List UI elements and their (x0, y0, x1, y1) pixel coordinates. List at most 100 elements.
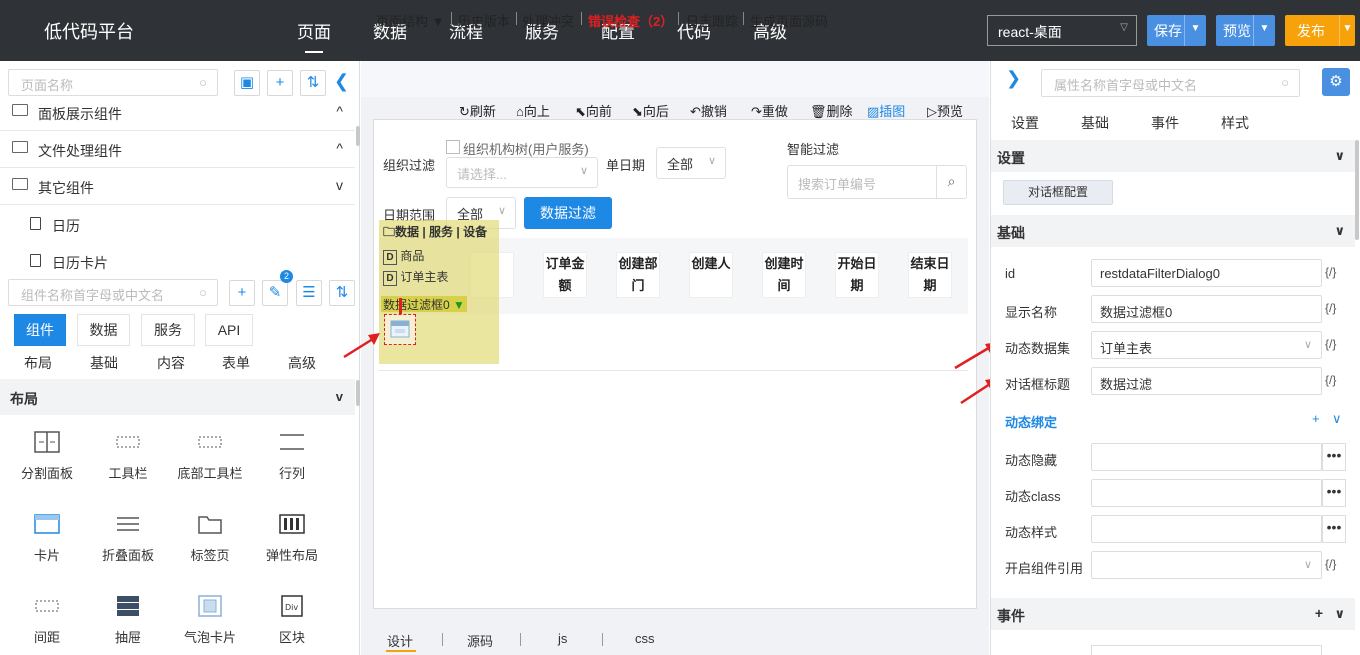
gear-icon[interactable]: ⚙ (1322, 68, 1350, 96)
more-icon[interactable]: ••• (1322, 515, 1346, 543)
tab-js[interactable]: js (558, 631, 567, 646)
data-filter-button[interactable]: 数据过滤 (524, 197, 612, 229)
tab-components[interactable]: 组件 (14, 314, 66, 346)
tab-api[interactable]: API (205, 314, 253, 346)
tree-item-calendar[interactable]: 日历 (0, 205, 355, 242)
subtab-layout[interactable]: 布局 (24, 353, 52, 373)
page-search-input[interactable]: 页面名称 ○ (8, 69, 218, 96)
nav-page[interactable]: 页面 (297, 18, 331, 53)
org-select[interactable]: 请选择... ∨ (446, 157, 598, 188)
tree-item-goods[interactable]: D 商品 (383, 247, 424, 265)
env-select[interactable]: react-桌面 ▽ (987, 15, 1137, 46)
log-trace-link[interactable]: 日志跟踪 (686, 11, 738, 30)
dialog-title-input[interactable]: 数据过滤 (1091, 367, 1322, 395)
move-up-button[interactable]: ⌂向上 (516, 101, 550, 120)
save-button[interactable]: 保存 ▼ (1147, 15, 1206, 46)
filter-dialog-component[interactable] (384, 314, 416, 345)
group-panel-display[interactable]: 面板展示组件 ^ (0, 94, 355, 131)
table-header-amount[interactable]: 订单金额 (543, 252, 587, 298)
group-file-processing[interactable]: 文件处理组件 ^ (0, 131, 355, 168)
org-tree-checkbox[interactable] (446, 140, 460, 154)
preview-button[interactable]: 预览 ▼ (1216, 15, 1275, 46)
tab-basic[interactable]: 基础 (1081, 113, 1109, 133)
section-basic-header[interactable]: 基础 ∨ (991, 215, 1355, 247)
section-events-header[interactable]: 事件 + ∨ (991, 598, 1355, 630)
delete-button[interactable]: 🗑删除 (810, 101, 853, 120)
dataset-select[interactable]: 订单主表 ∨ (1091, 331, 1322, 359)
subtab-advanced[interactable]: 高级 (288, 353, 316, 373)
table-header-dept[interactable]: 创建部门 (616, 252, 660, 298)
caret-down-icon[interactable]: ▼ (1339, 15, 1355, 46)
tab-service[interactable]: 服务 (141, 314, 195, 346)
component-bottom-toolbar[interactable]: 底部工具栏 (175, 431, 245, 482)
sort-icon[interactable]: ⇅ (329, 280, 355, 306)
tab-data[interactable]: 数据 (77, 314, 130, 346)
tab-events[interactable]: 事件 (1151, 113, 1179, 133)
property-search-input[interactable]: 属性名称首字母或中文名 ○ (1041, 69, 1300, 97)
error-check-link[interactable]: 错误检查（2） (588, 11, 673, 30)
tab-css[interactable]: css (635, 631, 655, 646)
event-input[interactable] (1091, 645, 1322, 655)
component-search-input[interactable]: 组件名称首字母或中文名 ○ (8, 279, 218, 306)
table-header-end-date[interactable]: 结束日期 (908, 252, 952, 298)
display-name-input[interactable]: 数据过滤框0 (1091, 295, 1322, 323)
table-header-created-time[interactable]: 创建时间 (762, 252, 806, 298)
tab-style[interactable]: 样式 (1221, 113, 1249, 133)
more-icon[interactable]: ••• (1322, 479, 1346, 507)
preview-action-button[interactable]: ▷预览 (927, 101, 963, 120)
expression-button[interactable]: {/} (1325, 337, 1336, 351)
collapse-left-icon[interactable]: ❮ (334, 71, 349, 92)
selected-component-tag[interactable]: 数据过滤框0 ▼ (381, 296, 467, 312)
publish-button[interactable]: 发布 ▼ (1285, 15, 1355, 46)
group-other[interactable]: 其它组件 v (0, 168, 355, 205)
subtab-content[interactable]: 内容 (157, 353, 185, 373)
subtab-form[interactable]: 表单 (222, 353, 250, 373)
scrollbar[interactable] (356, 126, 360, 146)
drag-handle[interactable] (399, 298, 402, 314)
scrollbar[interactable] (356, 380, 360, 406)
expression-button[interactable]: {/} (1325, 265, 1336, 279)
dynamic-hidden-input[interactable] (1091, 443, 1322, 471)
page-structure-menu[interactable]: 页面结构 ▼ (376, 11, 444, 30)
tree-path[interactable]: 🗀数据 | 服务 | 设备 (383, 223, 487, 244)
undo-button[interactable]: ↶撤销 (690, 101, 727, 120)
section-layout-header[interactable]: 布局 v (0, 379, 355, 415)
search-icon[interactable]: ⌕ (936, 166, 966, 198)
component-collapse-panel[interactable]: 折叠面板 (93, 513, 163, 564)
list-order-icon[interactable]: ☰ (296, 280, 322, 306)
component-spacing[interactable]: 间距 (12, 595, 82, 646)
add-icon[interactable]: + (229, 280, 255, 306)
more-icon[interactable]: ••• (1322, 443, 1346, 471)
component-popover-card[interactable]: 气泡卡片 (175, 595, 245, 646)
scrollbar[interactable] (1355, 140, 1359, 240)
sort-icon[interactable]: ⇅ (300, 70, 326, 96)
caret-down-icon[interactable]: ▼ (1184, 15, 1206, 46)
tab-settings[interactable]: 设置 (1011, 113, 1039, 133)
generate-source-link[interactable]: 生成页面源码 (750, 11, 828, 30)
redo-button[interactable]: ↷重做 (751, 101, 788, 120)
add-icon[interactable]: + (1315, 605, 1323, 621)
subtab-basic[interactable]: 基础 (90, 353, 118, 373)
tab-source[interactable]: 源码 (467, 631, 493, 650)
forward-button[interactable]: ⬉向前 (575, 101, 612, 120)
expression-button[interactable]: {/} (1325, 557, 1336, 571)
component-ref-select[interactable]: ∨ (1091, 551, 1322, 579)
add-icon[interactable]: + (1312, 411, 1320, 426)
expression-button[interactable]: {/} (1325, 373, 1336, 387)
component-flex-layout[interactable]: 弹性布局 (257, 513, 327, 564)
component-split-panel[interactable]: 分割面板 (12, 431, 82, 482)
dynamic-class-input[interactable] (1091, 479, 1322, 507)
history-version-link[interactable]: 历史版本 (458, 11, 510, 30)
component-toolbar[interactable]: 工具栏 (93, 431, 163, 482)
caret-down-icon[interactable]: ▼ (1253, 15, 1275, 46)
resolve-conflict-link[interactable]: 处理冲突 (522, 11, 574, 30)
chevron-down-icon[interactable]: ∨ (1332, 411, 1342, 427)
component-tabs[interactable]: 标签页 (175, 513, 245, 564)
dialog-config-button[interactable]: 对话框配置 (1003, 180, 1113, 205)
component-drawer[interactable]: 抽屉 (93, 595, 163, 646)
collapse-right-icon[interactable]: ❯ (1006, 68, 1021, 89)
section-settings-header[interactable]: 设置 ∨ (991, 140, 1355, 172)
tree-item-order-master[interactable]: D 订单主表 (383, 268, 448, 286)
add-folder-icon[interactable]: ▣ (234, 70, 260, 96)
tree-item-calendar-card[interactable]: 日历卡片 (0, 242, 355, 279)
